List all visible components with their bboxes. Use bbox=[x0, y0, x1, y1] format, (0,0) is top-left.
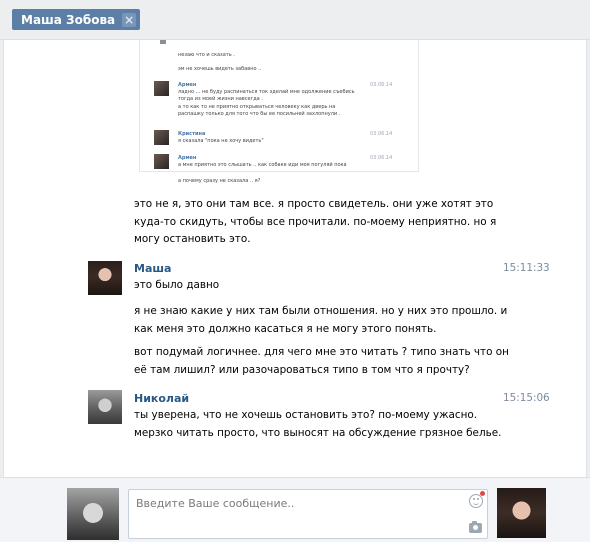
message-placeholder: Введите Ваше сообщение.. bbox=[136, 497, 295, 510]
embedded-sender: Кристина bbox=[178, 131, 206, 137]
embedded-date: 03.06.14 bbox=[370, 155, 393, 161]
chat-tab[interactable]: Маша Зобова × bbox=[12, 9, 141, 30]
embedded-scroll-mark bbox=[160, 40, 166, 44]
embedded-line: незаю что и сказать . bbox=[178, 52, 235, 58]
message-text: ты уверена, что не хочешь остановить это… bbox=[134, 407, 501, 442]
embedded-date: 03.06.14 bbox=[370, 82, 393, 88]
chat-tab-title: Маша Зобова bbox=[21, 12, 116, 27]
close-icon[interactable]: × bbox=[122, 12, 137, 27]
chat-window: Маша Зобова × незаю что и сказать . эм н… bbox=[0, 0, 590, 542]
message-line: куда-то скидуть, чтобы все прочитали. по… bbox=[134, 215, 497, 228]
message-line: её там лишил? или разочароваться типо в … bbox=[134, 363, 470, 376]
message-line: мерзко читать просто, что выносят на обс… bbox=[134, 426, 502, 439]
sender-name[interactable]: Маша bbox=[134, 262, 171, 275]
embedded-sender: Армен bbox=[178, 82, 197, 88]
message-time: 15:15:06 bbox=[503, 392, 550, 404]
message-line: это было давно bbox=[134, 279, 220, 291]
message-text: это было давно bbox=[134, 277, 219, 295]
message-input[interactable]: Введите Ваше сообщение.. bbox=[128, 489, 488, 539]
notification-dot bbox=[480, 491, 485, 496]
camera-icon[interactable] bbox=[469, 521, 482, 533]
message-text: это не я, это они там все. я просто свид… bbox=[134, 196, 496, 249]
embedded-avatar bbox=[154, 81, 169, 96]
avatar[interactable] bbox=[88, 261, 122, 295]
embedded-line: а мне приятно это слышать .. как собаке … bbox=[178, 162, 347, 168]
embedded-line: эм не хочешь видеть забавно .. bbox=[178, 66, 262, 72]
message-line: я не знаю какие у них там были отношения… bbox=[134, 305, 508, 317]
embedded-line: распашку только для того что бы ее посил… bbox=[178, 111, 341, 117]
embedded-line: ладно ... не буду распинаться ток зделай… bbox=[178, 89, 355, 95]
message-text: вот подумай логичнее. для чего мне это ч… bbox=[134, 344, 509, 379]
embedded-avatar bbox=[154, 154, 169, 169]
embedded-sender: Армен bbox=[178, 155, 197, 161]
embedded-line: а то как то не приятно открываться челов… bbox=[178, 104, 336, 110]
message-line: ты уверена, что не хочешь остановить это… bbox=[134, 409, 478, 421]
message-composer: Введите Ваше сообщение.. bbox=[0, 477, 590, 542]
message-history[interactable]: незаю что и сказать . эм не хочешь видет… bbox=[3, 40, 587, 477]
embedded-line: я сказала "пока не хочу видеть" bbox=[178, 138, 264, 144]
embedded-avatar bbox=[154, 130, 169, 145]
message-line: как меня это должно касаться я не могу э… bbox=[134, 322, 437, 335]
avatar[interactable] bbox=[88, 390, 122, 424]
embedded-screenshot: незаю что и сказать . эм не хочешь видет… bbox=[139, 40, 419, 184]
sender-name[interactable]: Николай bbox=[134, 392, 189, 405]
peer-avatar[interactable] bbox=[497, 488, 546, 538]
smile-icon[interactable] bbox=[469, 494, 483, 508]
message-line: это не я, это они там все. я просто свид… bbox=[134, 198, 494, 210]
message-text: я не знаю какие у них там были отношения… bbox=[134, 303, 507, 338]
message-line: вот подумай логичнее. для чего мне это ч… bbox=[134, 346, 509, 358]
tab-bar: Маша Зобова × bbox=[0, 0, 590, 40]
embedded-line: тогда из моей жизни навсегда . bbox=[178, 96, 263, 102]
message-time: 15:11:33 bbox=[503, 262, 550, 274]
message-line: могу остановить это. bbox=[134, 233, 251, 246]
my-avatar[interactable] bbox=[67, 488, 119, 540]
embedded-date: 03.06.14 bbox=[370, 131, 393, 137]
embedded-line: а почему сразу не сказала .. я? bbox=[178, 178, 261, 184]
